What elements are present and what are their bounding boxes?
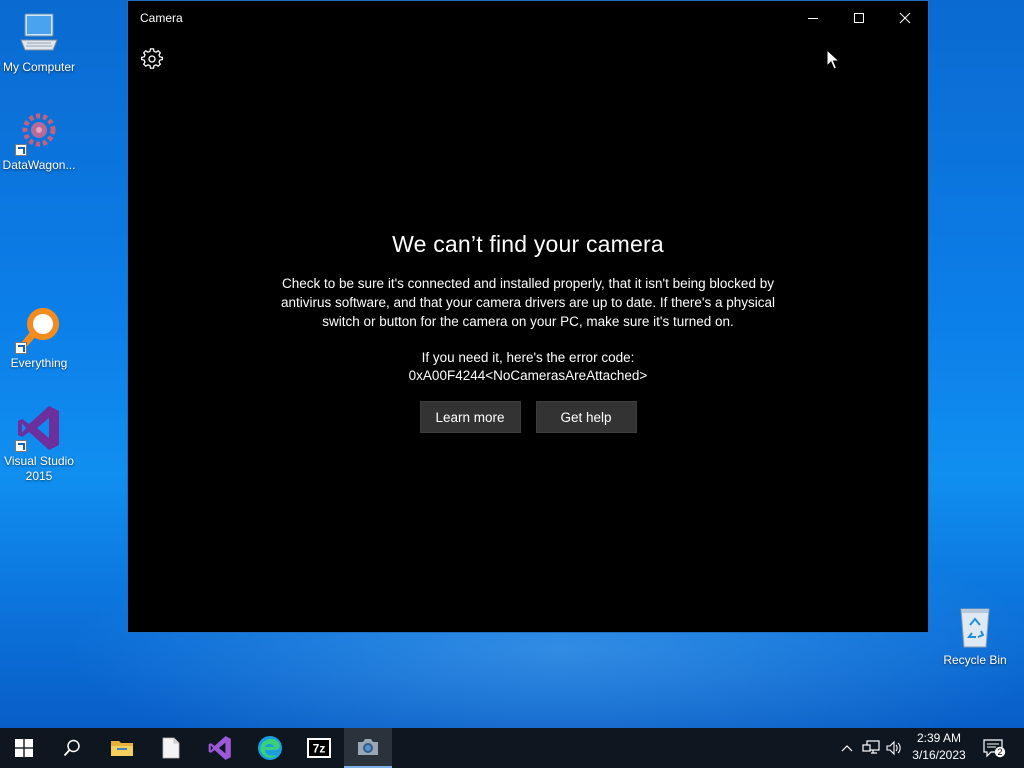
taskbar-visual-studio[interactable] xyxy=(196,728,244,768)
error-description: Check to be sure it's connected and inst… xyxy=(280,276,776,329)
close-button[interactable] xyxy=(882,1,928,35)
gear-icon xyxy=(141,48,163,69)
error-code-label: If you need it, here's the error code: xyxy=(421,350,635,365)
clock-time: 2:39 AM xyxy=(916,731,962,745)
search-icon xyxy=(63,739,80,757)
start-button[interactable] xyxy=(0,728,48,768)
notification-count: 2 xyxy=(997,747,1002,757)
7zip-label: 7z xyxy=(313,742,326,756)
shortcut-arrow-icon xyxy=(15,144,27,156)
desktop-icon-label: DataWagon... xyxy=(2,158,76,172)
desktop-icon-label: Visual Studio 2015 xyxy=(4,454,74,483)
camera-icon xyxy=(358,739,378,755)
notepad-icon xyxy=(162,737,180,759)
speaker-icon xyxy=(886,740,901,756)
desktop-icon-label: Recycle Bin xyxy=(943,653,1007,667)
taskbar-notepad[interactable] xyxy=(147,728,195,768)
shortcut-arrow-icon xyxy=(15,440,27,452)
desktop-icon-recycle-bin[interactable]: Recycle Bin xyxy=(936,603,1014,668)
computer-icon xyxy=(15,10,63,58)
desktop-icon-label: My Computer xyxy=(2,60,76,74)
taskbar-file-explorer[interactable] xyxy=(98,728,146,768)
network-button[interactable] xyxy=(860,728,882,768)
window-title: Camera xyxy=(140,11,183,25)
desktop-icon-my-computer[interactable]: My Computer xyxy=(0,10,78,75)
taskbar-7zip[interactable]: 7z xyxy=(295,728,343,768)
title-bar[interactable]: Camera xyxy=(128,1,928,35)
visual-studio-icon xyxy=(208,736,231,760)
shortcut-arrow-icon xyxy=(15,342,27,354)
7zip-icon: 7z xyxy=(307,738,331,758)
settings-button[interactable] xyxy=(140,47,164,71)
volume-button[interactable] xyxy=(884,728,904,768)
visual-studio-icon xyxy=(15,404,63,452)
notification-icon: 2 xyxy=(983,739,1006,758)
action-center-button[interactable]: 2 xyxy=(980,728,1008,768)
learn-more-button[interactable]: Learn more xyxy=(419,401,521,433)
file-explorer-icon xyxy=(111,741,133,756)
desktop-icon-label: Everything xyxy=(10,356,68,370)
taskbar: 7z 2:39 AM 3/16/2023 2 xyxy=(0,728,1024,768)
mouse-cursor-icon xyxy=(826,48,841,76)
desktop-icon-everything[interactable]: Everything xyxy=(0,306,78,371)
network-icon xyxy=(862,740,880,754)
show-hidden-icons-button[interactable] xyxy=(836,728,858,768)
chevron-up-icon xyxy=(841,745,853,752)
clock[interactable]: 2:39 AM 3/16/2023 xyxy=(904,730,974,764)
get-help-button[interactable]: Get help xyxy=(535,401,637,433)
desktop-icon-datawagon[interactable]: DataWagon... xyxy=(0,108,78,173)
minimize-button[interactable] xyxy=(790,1,836,35)
close-icon xyxy=(899,12,911,24)
error-code: 0xA00F4244<NoCamerasAreAttached> xyxy=(408,368,648,383)
taskbar-camera[interactable] xyxy=(344,728,392,768)
recycle-bin-icon xyxy=(951,603,999,651)
desktop-icon-visual-studio[interactable]: Visual Studio 2015 xyxy=(0,404,78,484)
maximize-icon xyxy=(854,13,864,23)
minimize-icon xyxy=(808,18,818,19)
error-panel: We can’t find your camera Check to be su… xyxy=(128,231,928,433)
datawagon-icon xyxy=(15,108,63,156)
windows-logo-icon xyxy=(15,739,33,757)
everything-search-icon xyxy=(15,306,63,354)
search-button[interactable] xyxy=(48,728,96,768)
button-row: Learn more Get help xyxy=(128,401,928,433)
edge-icon xyxy=(258,736,282,760)
taskbar-edge[interactable] xyxy=(246,728,294,768)
clock-date: 3/16/2023 xyxy=(912,748,966,762)
error-heading: We can’t find your camera xyxy=(392,231,664,257)
camera-window[interactable]: Camera We can’t find your camera Check t… xyxy=(127,0,929,633)
maximize-button[interactable] xyxy=(836,1,882,35)
